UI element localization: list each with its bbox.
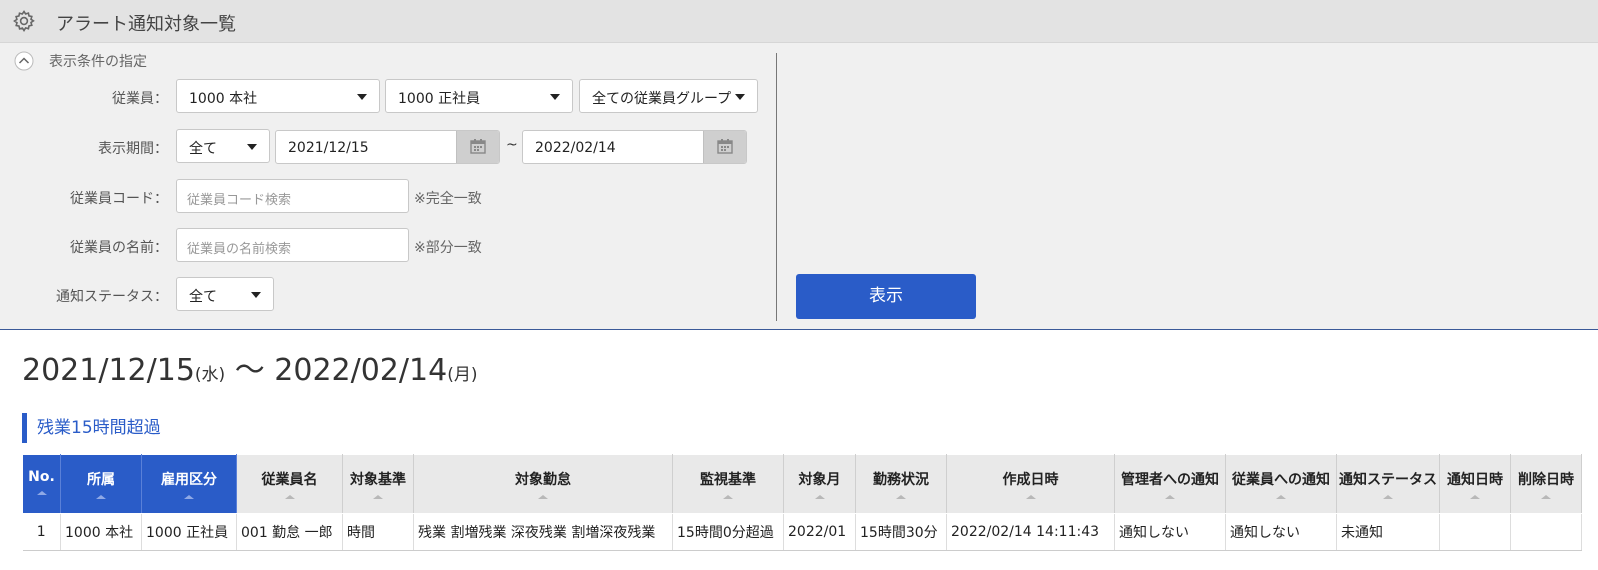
period-label: 表示期間：	[98, 141, 168, 157]
date-range-heading: 2021/12/15(水) 〜 2022/02/14(月)	[22, 345, 477, 389]
employment-type-select[interactable]: 1000 正社員	[385, 79, 573, 113]
date-range-separator: ~	[506, 137, 518, 153]
column-header[interactable]: 雇用区分	[141, 454, 237, 514]
column-header[interactable]: 監視基準	[672, 454, 784, 514]
employee-name-label: 従業員の名前：	[70, 240, 168, 256]
column-header[interactable]: 通知ステータス	[1336, 454, 1440, 514]
notification-status-select[interactable]: 全て	[176, 277, 274, 311]
employment-type-select-value: 1000 正社員	[398, 91, 481, 107]
cell-notify-status: 未通知	[1336, 513, 1440, 551]
period-mode-select[interactable]: 全て	[176, 129, 270, 163]
calendar-icon	[717, 139, 733, 154]
cell-office: 1000 本社	[60, 513, 142, 551]
date-from-value: 2021/12/15	[288, 140, 369, 156]
collapse-icon[interactable]	[14, 51, 34, 71]
exact-match-note: ※完全一致	[414, 191, 482, 207]
show-button[interactable]: 表示	[796, 274, 976, 319]
cell-no: 1	[22, 513, 61, 551]
column-header[interactable]: 管理者への通知	[1114, 454, 1226, 514]
column-header[interactable]: No.	[22, 454, 61, 514]
sort-icon	[896, 495, 906, 499]
column-header[interactable]: 従業員への通知	[1225, 454, 1337, 514]
chevron-down-icon	[550, 94, 560, 100]
column-header[interactable]: 作成日時	[946, 454, 1115, 514]
range-separator: 〜	[225, 353, 275, 388]
cell-work-status: 15時間30分	[855, 513, 947, 551]
sort-icon	[1276, 495, 1286, 499]
filter-panel: 表示条件の指定 従業員： 1000 本社 1000 正社員 全ての従業員グループ…	[0, 43, 1598, 330]
range-to: 2022/02/14	[274, 353, 448, 388]
sort-icon	[538, 495, 548, 499]
chevron-down-icon	[735, 94, 745, 100]
cell-manager-notify: 通知しない	[1114, 513, 1226, 551]
table-header-row: No. 所属 雇用区分 従業員名 対象基準 対象勤怠 監視基準 対象月 勤務状況…	[22, 454, 1582, 514]
sort-icon	[1383, 495, 1393, 499]
chevron-down-icon	[251, 292, 261, 298]
date-to-value: 2022/02/14	[535, 140, 616, 156]
range-from-weekday: (水)	[194, 365, 226, 385]
column-header[interactable]: 対象基準	[342, 454, 414, 514]
filter-toggle-label[interactable]: 表示条件の指定	[49, 51, 147, 71]
employee-name-placeholder: 従業員の名前検索	[187, 242, 292, 257]
column-header[interactable]: 対象月	[783, 454, 856, 514]
cell-deleted-at	[1510, 513, 1582, 551]
cell-target-basis: 時間	[342, 513, 414, 551]
section-title: 残業15時間超過	[22, 413, 161, 443]
notification-status-label: 通知ステータス：	[56, 289, 168, 305]
cell-notified-at	[1439, 513, 1511, 551]
sort-icon	[284, 495, 295, 499]
partial-match-note: ※部分一致	[414, 240, 482, 256]
employee-group-select[interactable]: 全ての従業員グループ	[579, 79, 758, 113]
sort-icon	[1165, 495, 1175, 499]
chevron-down-icon	[357, 94, 367, 100]
alert-table: No. 所属 雇用区分 従業員名 対象基準 対象勤怠 監視基準 対象月 勤務状況…	[22, 454, 1582, 551]
range-to-weekday: (月)	[447, 365, 478, 385]
column-header[interactable]: 勤務状況	[855, 454, 947, 514]
chevron-down-icon	[247, 144, 257, 150]
sort-icon	[184, 495, 194, 499]
period-mode-select-value: 全て	[189, 141, 217, 157]
sort-icon	[1541, 495, 1551, 499]
employee-name-input[interactable]: 従業員の名前検索	[176, 228, 409, 262]
sort-icon	[36, 491, 47, 495]
range-from: 2021/12/15	[22, 353, 195, 388]
column-header[interactable]: 従業員名	[236, 454, 343, 514]
panel-divider	[776, 53, 777, 321]
cell-target-attendance: 残業 割増残業 深夜残業 割増深夜残業	[413, 513, 673, 551]
cell-created-at: 2022/02/14 14:11:43	[946, 513, 1115, 551]
cell-monitor-basis: 15時間0分超過	[672, 513, 784, 551]
sort-icon	[373, 495, 383, 499]
employee-group-select-value: 全ての従業員グループ	[592, 91, 732, 107]
employee-code-label: 従業員コード：	[70, 191, 168, 207]
office-select-value: 1000 本社	[189, 91, 258, 107]
calendar-icon	[470, 139, 486, 154]
office-select[interactable]: 1000 本社	[176, 79, 380, 113]
column-header[interactable]: 対象勤怠	[413, 454, 673, 514]
cell-employee-name: 001 勤怠 一郎	[236, 513, 343, 551]
table-row[interactable]: 1 1000 本社 1000 正社員 001 勤怠 一郎 時間 残業 割増残業 …	[22, 513, 1582, 551]
sort-icon	[723, 495, 733, 499]
cell-employment-type: 1000 正社員	[141, 513, 237, 551]
cell-target-month: 2022/01	[783, 513, 856, 551]
gear-icon[interactable]	[12, 9, 36, 33]
column-header[interactable]: 所属	[60, 454, 142, 514]
sort-icon	[814, 495, 825, 499]
column-header[interactable]: 通知日時	[1439, 454, 1511, 514]
date-to-calendar-button[interactable]	[703, 131, 746, 163]
date-to-field[interactable]: 2022/02/14	[522, 130, 747, 164]
date-from-calendar-button[interactable]	[456, 131, 499, 163]
cell-employee-notify: 通知しない	[1225, 513, 1337, 551]
sort-icon	[1470, 495, 1480, 499]
sort-icon	[1025, 495, 1036, 499]
title-bar: アラート通知対象一覧	[0, 0, 1598, 43]
employee-code-placeholder: 従業員コード検索	[187, 193, 292, 208]
column-header[interactable]: 削除日時	[1510, 454, 1582, 514]
date-from-field[interactable]: 2021/12/15	[275, 130, 500, 164]
sort-icon	[96, 495, 106, 499]
notification-status-select-value: 全て	[189, 289, 217, 305]
employee-code-input[interactable]: 従業員コード検索	[176, 179, 409, 213]
page-title: アラート通知対象一覧	[56, 14, 236, 35]
employee-label: 従業員：	[112, 91, 168, 107]
